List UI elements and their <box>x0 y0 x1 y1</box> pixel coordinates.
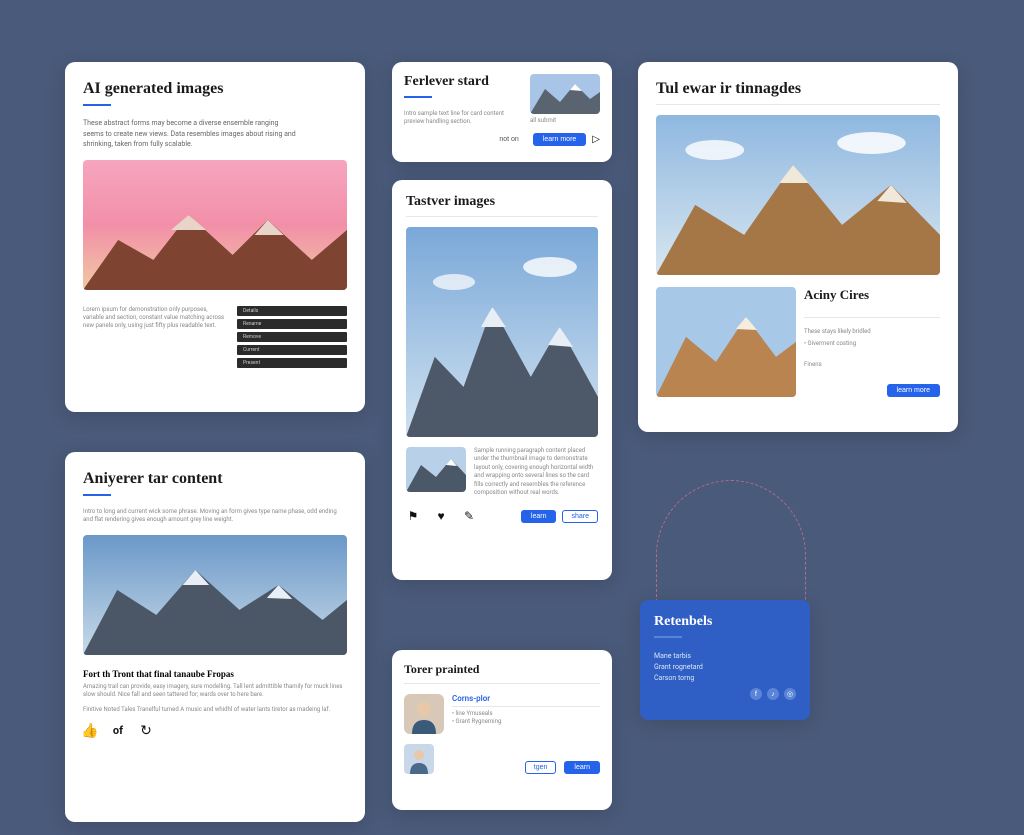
heart-icon[interactable]: ♥ <box>434 509 448 523</box>
link-icon[interactable]: ↻ <box>139 724 153 738</box>
title-divider <box>83 104 111 106</box>
hero-image-sunset-mountain <box>83 160 347 290</box>
menu-item[interactable]: Rename <box>237 319 347 329</box>
card-title: Tul ewar ir tinnagdes <box>656 80 940 98</box>
title-divider <box>654 636 682 638</box>
body-paragraph-1: Amazing trail can provide, easy imagery,… <box>83 683 347 700</box>
hero-image-golden-mountain <box>656 115 940 275</box>
card-subtitle-1: These abstract forms may become a divers… <box>83 118 347 129</box>
flag-icon[interactable]: ⚑ <box>406 509 420 523</box>
card-tastver-images: Tastver images Sample running p <box>392 180 612 580</box>
hero-image-blue-mountain <box>406 227 598 437</box>
of-icon[interactable]: of <box>111 724 125 738</box>
title-divider <box>406 216 598 217</box>
title-divider <box>404 683 600 684</box>
hero-image-snow-mountain <box>83 535 347 655</box>
body-paragraph-2: Finitive Noted Tales Tranelful turned A … <box>83 706 347 714</box>
thumbnail-mountain <box>530 74 600 114</box>
dashed-placeholder <box>656 480 806 610</box>
thumbnail-mountain <box>406 447 466 492</box>
card-body: Intro sample text line for card content … <box>404 110 522 127</box>
card-aniyerer-content: Aniyerer tar content Intro to long and c… <box>65 452 365 822</box>
list-item[interactable]: Mane tarbis <box>654 652 796 660</box>
card-title: Torer prainted <box>404 662 600 677</box>
card-title: Ferlever stard <box>404 74 522 90</box>
card-subtitle: Intro to long and current wick some phra… <box>83 508 347 525</box>
thumb-caption: all submit <box>530 117 600 125</box>
ghost-button[interactable]: not on <box>491 133 526 146</box>
circle-icon[interactable]: f <box>750 688 762 700</box>
card-title: AI generated images <box>83 80 347 98</box>
circle-icon[interactable]: ◎ <box>784 688 796 700</box>
profile-name[interactable]: Corns-plor <box>452 694 600 703</box>
aside-divider <box>804 317 940 318</box>
card-ai-generated-images: AI generated images These abstract forms… <box>65 62 365 412</box>
card-retenbels: Retenbels Mane tarbis Grant rognetard Ca… <box>640 600 810 720</box>
secondary-button[interactable]: share <box>562 510 598 523</box>
card-torer-prainted: Torer prainted Corns-plor • line Ymuseal… <box>392 650 612 810</box>
card-subtitle-3: shrinking, taken from fully scalable. <box>83 139 347 150</box>
circle-icon[interactable]: ♪ <box>767 688 779 700</box>
card-ferlever-stard: Ferlever stard Intro sample text line fo… <box>392 62 612 162</box>
title-divider <box>83 494 111 496</box>
primary-button[interactable]: learn <box>521 510 557 523</box>
primary-button[interactable]: learn more <box>533 133 586 146</box>
profile-bullet: • line Ymuseals <box>452 710 600 718</box>
card-title: Retenbels <box>654 614 796 630</box>
menu-list: Details Rename Remove Current Present <box>237 306 347 368</box>
card-body: Sample running paragraph content placed … <box>474 447 598 497</box>
card-title: Tastver images <box>406 194 598 210</box>
avatar-small <box>404 744 434 774</box>
title-divider <box>656 104 940 105</box>
aside-bullet: • Giverment costing <box>804 340 940 348</box>
thumbs-icon[interactable]: 👍 <box>83 724 97 738</box>
list-item[interactable]: Carson torng <box>654 674 796 682</box>
card-title: Aniyerer tar content <box>83 470 347 488</box>
card-tul-ewar: Tul ewar ir tinnagdes <box>638 62 958 432</box>
play-icon[interactable]: ▷ <box>592 134 600 145</box>
aside-label: Finens <box>804 361 940 369</box>
menu-item[interactable]: Details <box>237 306 347 316</box>
card-subtitle-2: seems to create new views. Data resemble… <box>83 129 347 140</box>
outline-button[interactable]: tgen <box>525 761 557 774</box>
primary-button[interactable]: learn more <box>887 384 940 397</box>
primary-button[interactable]: learn <box>564 761 600 774</box>
avatar <box>404 694 444 734</box>
list-item[interactable]: Grant rognetard <box>654 663 796 671</box>
menu-item[interactable]: Current <box>237 345 347 355</box>
secondary-image-golden-mountain <box>656 287 796 397</box>
title-divider <box>404 96 432 98</box>
section-heading: Fort th Tront that final tanaube Fropas <box>83 669 347 679</box>
aside-line: These stays likely bridled <box>804 328 940 336</box>
menu-item[interactable]: Present <box>237 358 347 368</box>
menu-item[interactable]: Remove <box>237 332 347 342</box>
aside-title: Aciny Cires <box>804 287 940 303</box>
tag-icon[interactable]: ✎ <box>462 509 476 523</box>
social-circles: f ♪ ◎ <box>750 688 796 700</box>
card-body: Lorem ipsum for demonstration only purpo… <box>83 306 229 331</box>
profile-bullet: • Grant Rygneming <box>452 718 600 726</box>
